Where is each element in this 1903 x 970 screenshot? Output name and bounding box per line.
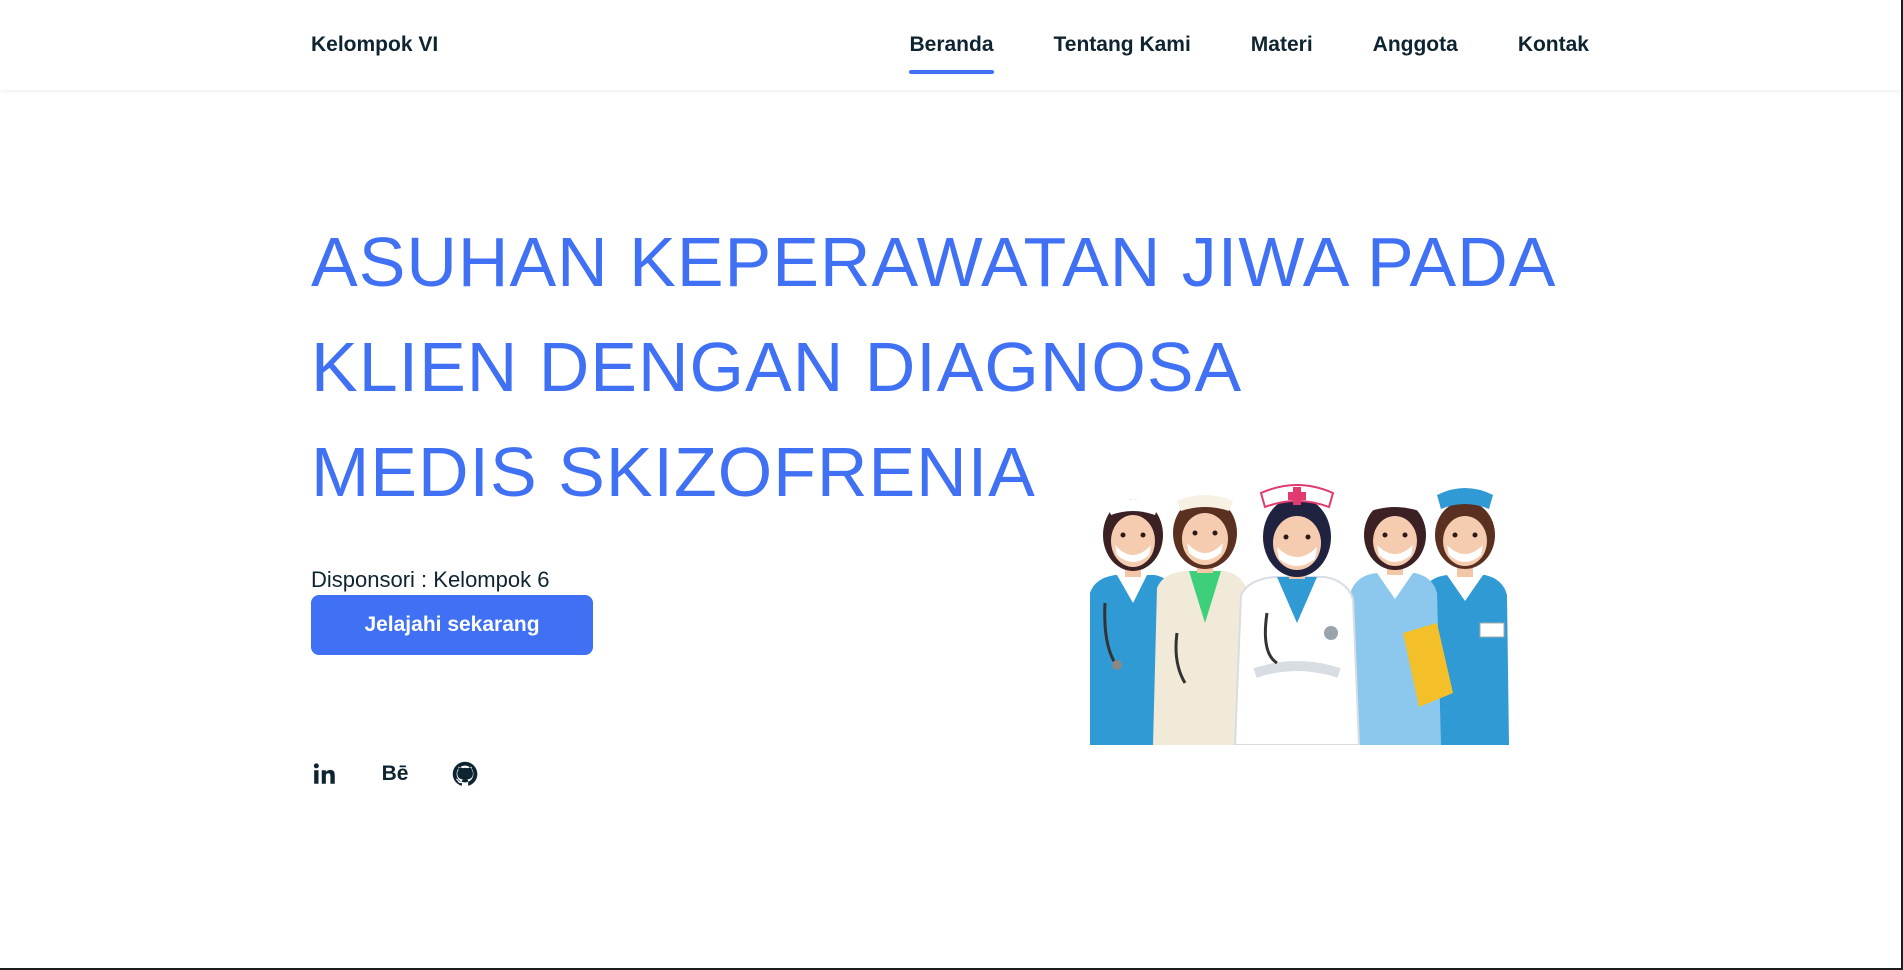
behance-glyph: Bē: [381, 762, 409, 785]
behance-icon[interactable]: Bē: [381, 760, 409, 788]
main-nav: Beranda Tentang Kami Materi Anggota Kont…: [909, 33, 1589, 74]
nav-item-tentang-kami[interactable]: Tentang Kami: [1054, 33, 1191, 57]
site-header: Kelompok VI Beranda Tentang Kami Materi …: [0, 0, 1901, 90]
social-links: Bē: [311, 760, 479, 788]
github-icon[interactable]: [451, 760, 479, 788]
sponsor-text: Disponsori : Kelompok 6: [311, 567, 550, 592]
nurse-figure: [1233, 484, 1361, 745]
hero-title: ASUHAN KEPERAWATAN JIWA PADA KLIEN DENGA…: [311, 210, 1611, 525]
site-logo[interactable]: Kelompok VI: [311, 33, 438, 57]
nav-item-kontak[interactable]: Kontak: [1518, 33, 1589, 57]
nav-item-materi[interactable]: Materi: [1251, 33, 1313, 57]
hero-title-line: KLIEN DENGAN DIAGNOSA: [311, 328, 1243, 406]
explore-now-button[interactable]: Jelajahi sekarang: [311, 595, 593, 655]
nav-item-beranda[interactable]: Beranda: [909, 33, 994, 74]
nav-item-anggota[interactable]: Anggota: [1373, 33, 1458, 57]
hero-title-line: ASUHAN KEPERAWATAN JIWA PADA: [311, 223, 1557, 301]
nurses-illustration: [1090, 484, 1509, 745]
linkedin-icon[interactable]: [311, 760, 339, 788]
